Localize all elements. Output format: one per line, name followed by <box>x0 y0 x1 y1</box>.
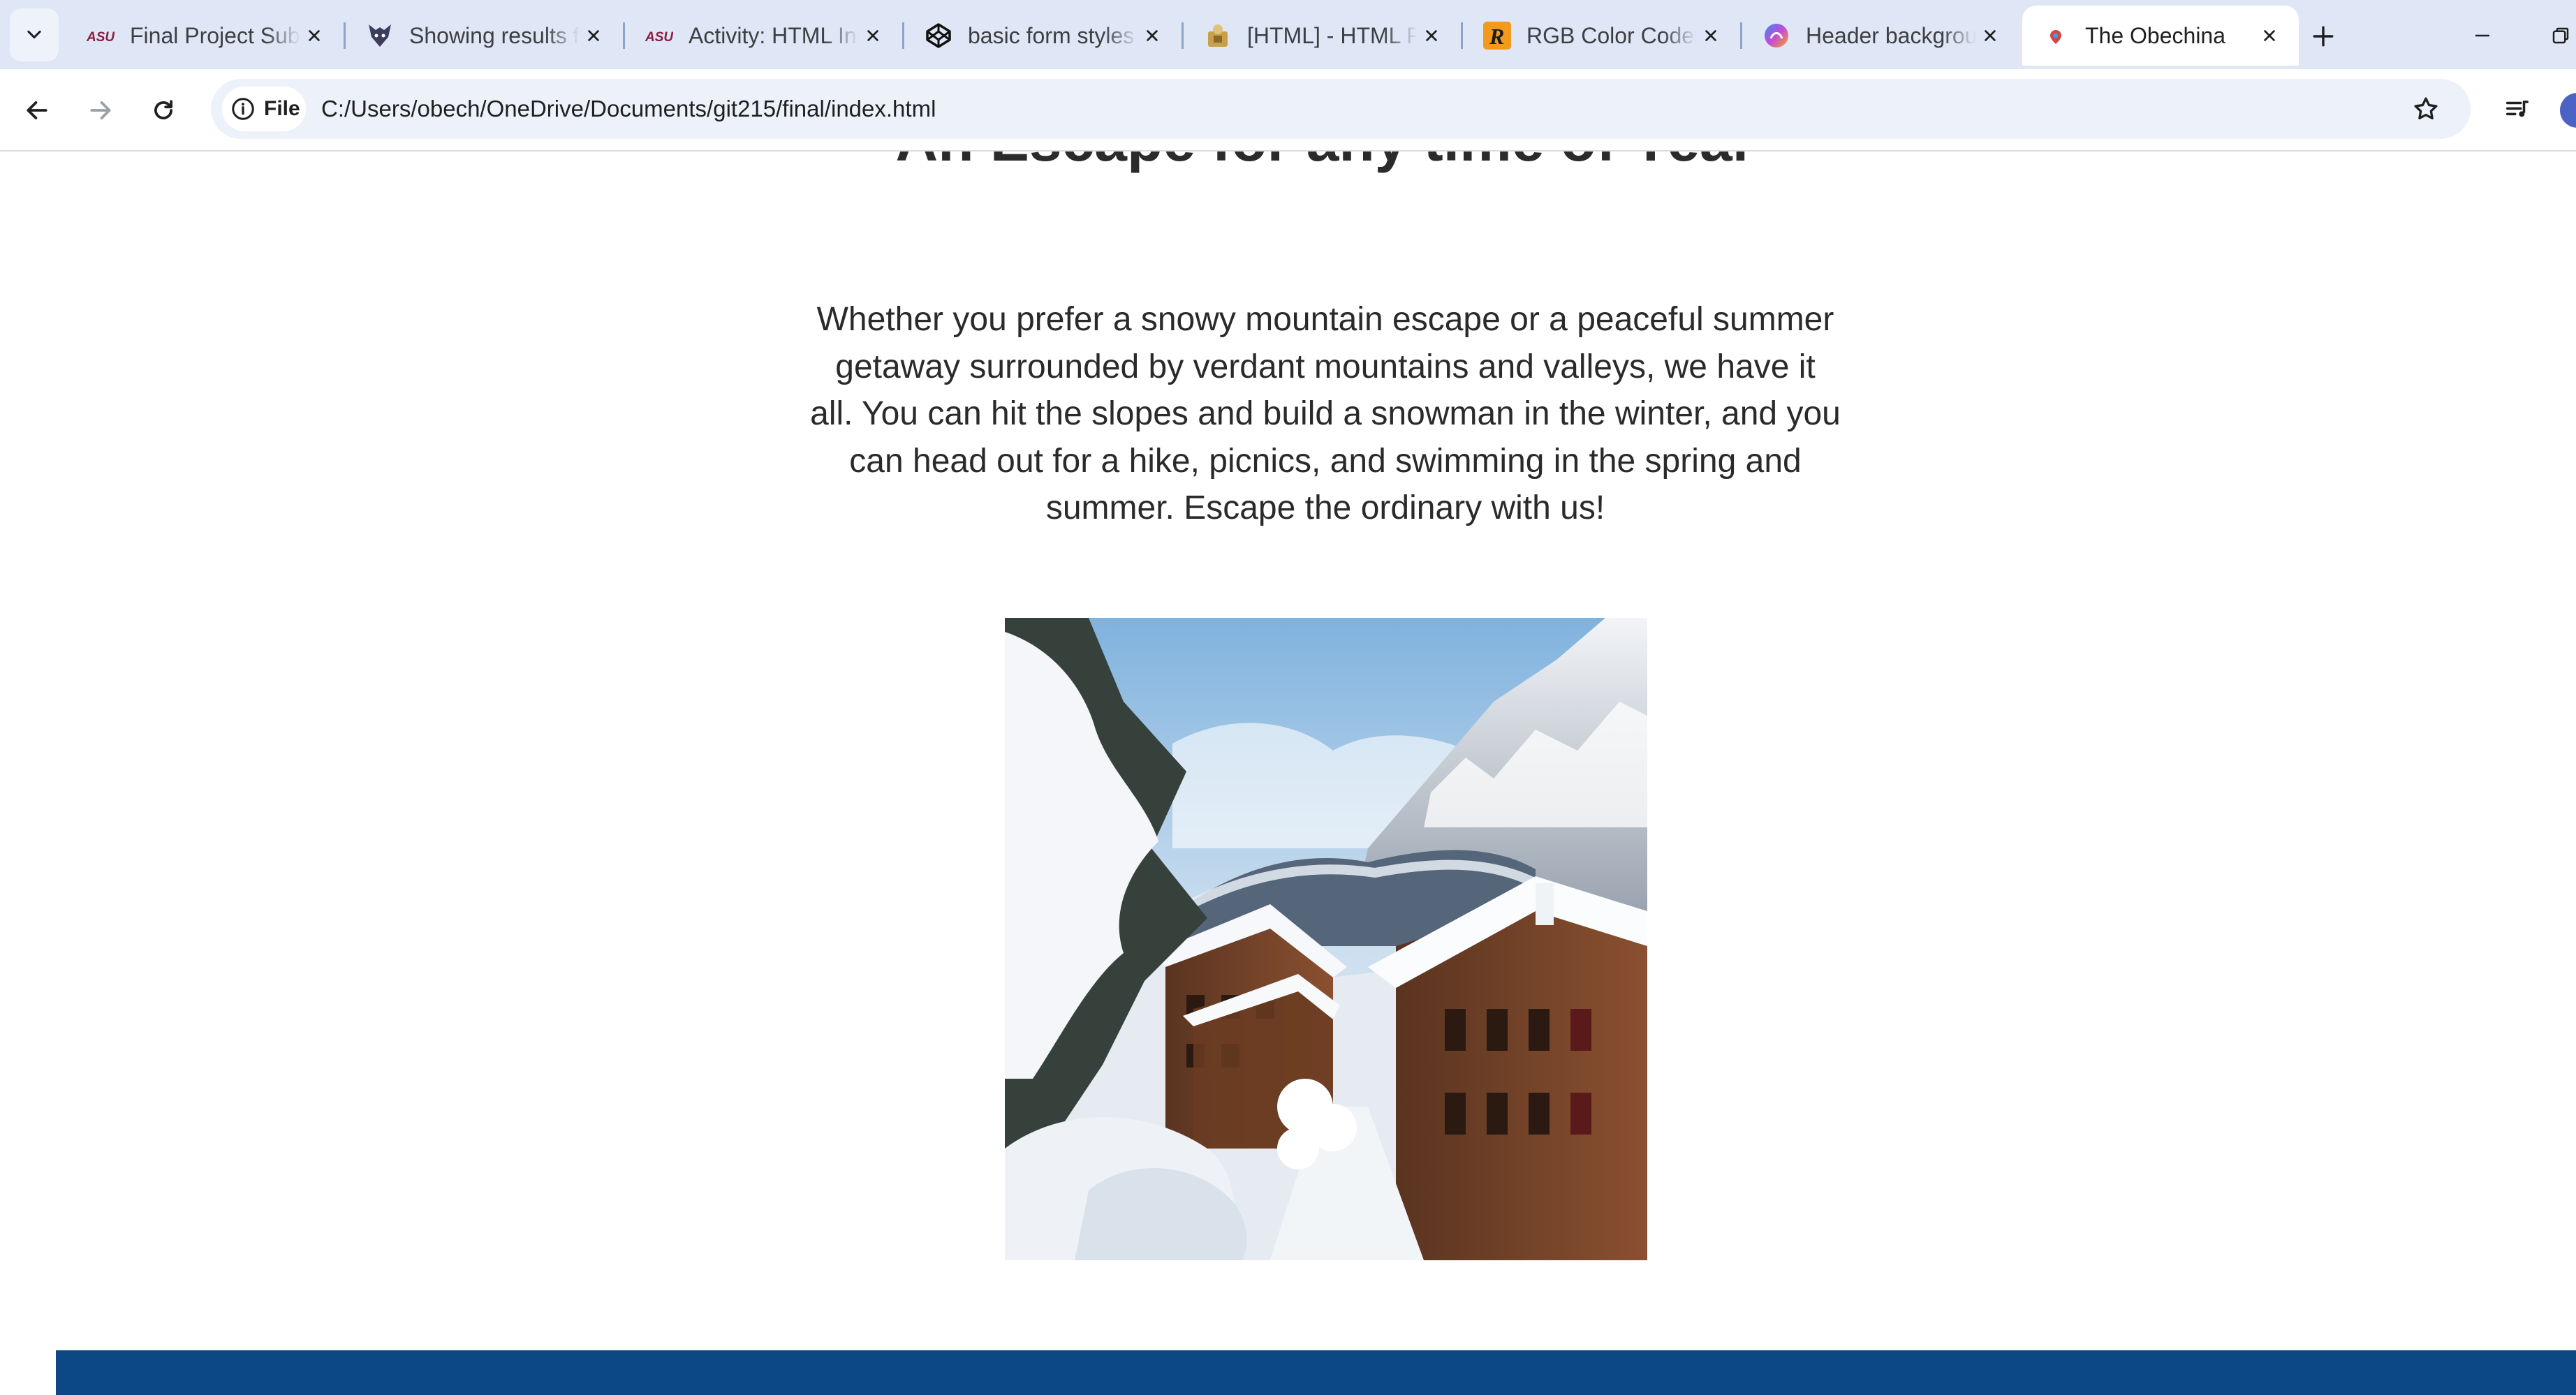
minimize-button[interactable] <box>2464 17 2501 54</box>
chevron-down-icon <box>27 30 41 39</box>
plus-icon <box>2313 26 2334 47</box>
tab-separator <box>902 22 904 49</box>
w3-icon <box>1204 22 1232 50</box>
page-icon <box>2042 22 2070 50</box>
info-icon <box>232 98 254 120</box>
tab-title: basic form styles <box>968 22 1135 48</box>
tab-separator <box>1182 22 1184 49</box>
close-icon[interactable] <box>300 22 328 50</box>
tab-title: The Obechina <box>2085 22 2226 48</box>
browser-tab-active[interactable]: The Obechina <box>2022 6 2299 66</box>
browser-tab[interactable]: R RGB Color Codes <box>1464 6 1740 66</box>
restore-button[interactable] <box>2542 17 2576 54</box>
browser-tab[interactable]: Showing results for <box>346 6 623 66</box>
site-info-label: File <box>264 97 300 120</box>
page-viewport[interactable]: An Escape for any time of Year Whether y… <box>0 152 2576 1395</box>
bookmark-button[interactable] <box>2409 92 2443 126</box>
close-icon[interactable] <box>1697 22 1725 50</box>
tab-search-button[interactable] <box>10 8 59 61</box>
reload-icon <box>154 100 172 119</box>
close-icon[interactable] <box>2255 22 2283 50</box>
close-icon[interactable] <box>580 22 608 50</box>
snowy-village-image <box>1005 618 1647 1260</box>
forward-button[interactable] <box>80 90 121 131</box>
arrow-left-icon <box>27 101 47 119</box>
intro-paragraph: Whether you prefer a snowy mountain esca… <box>810 301 1841 526</box>
tab-separator <box>344 22 346 49</box>
tab-separator <box>1461 22 1463 49</box>
browser-tab[interactable]: ASU Final Project Submission <box>67 6 344 66</box>
codepen-icon <box>925 22 952 50</box>
asu-logo-icon: ASU <box>645 22 673 50</box>
url-text[interactable]: C:/Users/obech/OneDrive/Documents/git215… <box>321 79 936 139</box>
svg-text:ASU: ASU <box>645 30 673 44</box>
browser-toolbar: File C:/Users/obech/OneDrive/Documents/g… <box>0 69 2576 152</box>
rapidtables-icon: R <box>1483 22 1511 50</box>
footer-band <box>56 1350 2576 1395</box>
tab-separator <box>623 22 625 49</box>
copilot-icon <box>1762 22 1790 50</box>
reload-button[interactable] <box>143 90 184 131</box>
tab-title: Showing results for <box>409 22 580 48</box>
tab-title: RGB Color Codes <box>1526 22 1697 48</box>
tab-title: Final Project Submission <box>130 22 300 48</box>
browser-tab[interactable]: ASU Activity: HTML Intro <box>626 6 902 66</box>
back-button[interactable] <box>17 90 57 131</box>
restore-icon <box>2552 27 2569 44</box>
svg-text:R: R <box>1489 24 1504 49</box>
close-icon[interactable] <box>1976 22 2004 50</box>
profile-avatar[interactable] <box>2560 93 2576 128</box>
browser-tab[interactable]: Header background <box>1743 6 2019 66</box>
tab-separator <box>1740 22 1742 49</box>
close-icon[interactable] <box>1138 22 1166 50</box>
browser-tab[interactable]: [HTML] - HTML Forms <box>1184 6 1461 66</box>
media-controls-button[interactable] <box>2498 91 2536 128</box>
browser-tab[interactable]: basic form styles <box>905 6 1182 66</box>
tab-strip: ASU Final Project Submission Showing res… <box>0 0 2576 69</box>
site-info-chip[interactable]: File <box>222 87 306 131</box>
wolf-logo-icon <box>366 22 394 50</box>
close-icon[interactable] <box>1418 22 1445 50</box>
asu-logo-icon: ASU <box>87 22 115 50</box>
address-bar[interactable]: File C:/Users/obech/OneDrive/Documents/g… <box>211 79 2471 139</box>
tab-title: Header background <box>1806 22 1976 48</box>
arrow-right-icon <box>90 101 111 119</box>
star-icon <box>2414 97 2438 119</box>
svg-text:ASU: ASU <box>87 30 115 44</box>
close-icon[interactable] <box>859 22 887 50</box>
new-tab-button[interactable] <box>2306 20 2340 53</box>
tab-title: Activity: HTML Intro <box>689 22 859 48</box>
minimize-icon <box>2475 34 2489 37</box>
tab-title: [HTML] - HTML Forms <box>1247 22 1418 48</box>
page-heading: An Escape for any time of Year <box>0 152 2576 175</box>
queue-music-icon <box>2506 101 2529 117</box>
